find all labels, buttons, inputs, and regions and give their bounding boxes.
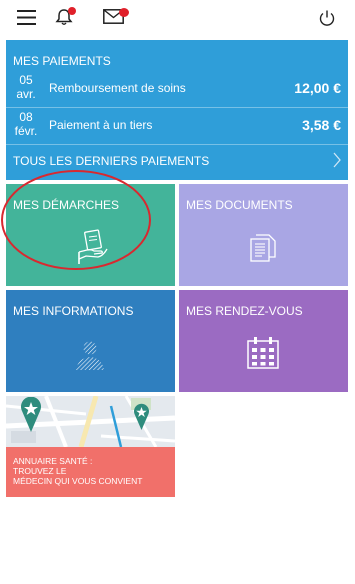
divider (6, 107, 348, 108)
map-image (6, 396, 175, 447)
map-pin-icon (134, 403, 149, 430)
top-bar (0, 0, 355, 38)
hand-document-icon (76, 228, 110, 271)
payments-title: MES PAIEMENTS (13, 54, 111, 68)
map-pin-icon (21, 397, 41, 432)
payment-label: Remboursement de soins (49, 81, 186, 95)
chevron-right-icon (332, 151, 342, 174)
annuaire-text-box: ANNUAIRE SANTÉ : TROUVEZ LE MÉDECIN QUI … (6, 447, 175, 497)
messages-button[interactable] (103, 8, 129, 27)
tile-documents-label: MES DOCUMENTS (186, 198, 293, 212)
annuaire-line-3: MÉDECIN QUI VOUS CONVIENT (13, 476, 143, 486)
tile-rendezvous-label: MES RENDEZ-VOUS (186, 304, 303, 318)
annuaire-line-2: TROUVEZ LE (13, 466, 67, 476)
all-payments-label: TOUS LES DERNIERS PAIEMENTS (13, 154, 210, 168)
payment-date: 05 avr. (16, 73, 36, 101)
tile-rendezvous[interactable]: MES RENDEZ-VOUS (179, 290, 348, 392)
menu-icon[interactable] (17, 10, 36, 30)
person-icon (74, 338, 106, 377)
message-badge (119, 8, 129, 17)
logout-button[interactable] (318, 9, 336, 32)
notification-badge (68, 7, 76, 15)
tile-informations-label: MES INFORMATIONS (13, 304, 134, 318)
payment-row[interactable]: 05 avr. Remboursement de soins 12,00 € (6, 72, 348, 106)
payment-row[interactable]: 08 févr. Paiement à un tiers 3,58 € (6, 109, 348, 143)
annuaire-line-1: ANNUAIRE SANTÉ : (13, 456, 93, 466)
payment-date: 08 févr. (14, 110, 38, 138)
tile-demarches[interactable]: MES DÉMARCHES (6, 184, 175, 286)
annuaire-sante-card[interactable]: ANNUAIRE SANTÉ : TROUVEZ LE MÉDECIN QUI … (6, 396, 175, 497)
documents-icon (247, 232, 279, 269)
tile-demarches-label: MES DÉMARCHES (13, 198, 120, 212)
tile-documents[interactable]: MES DOCUMENTS (179, 184, 348, 286)
payment-amount: 3,58 € (302, 117, 341, 133)
tile-informations[interactable]: MES INFORMATIONS (6, 290, 175, 392)
power-icon (319, 10, 335, 26)
calendar-icon (246, 336, 280, 375)
payment-amount: 12,00 € (294, 80, 341, 96)
notifications-button[interactable] (55, 7, 77, 28)
all-payments-link[interactable]: TOUS LES DERNIERS PAIEMENTS (6, 142, 348, 180)
payments-panel: MES PAIEMENTS 05 avr. Remboursement de s… (6, 40, 348, 180)
payment-label: Paiement à un tiers (49, 118, 153, 132)
